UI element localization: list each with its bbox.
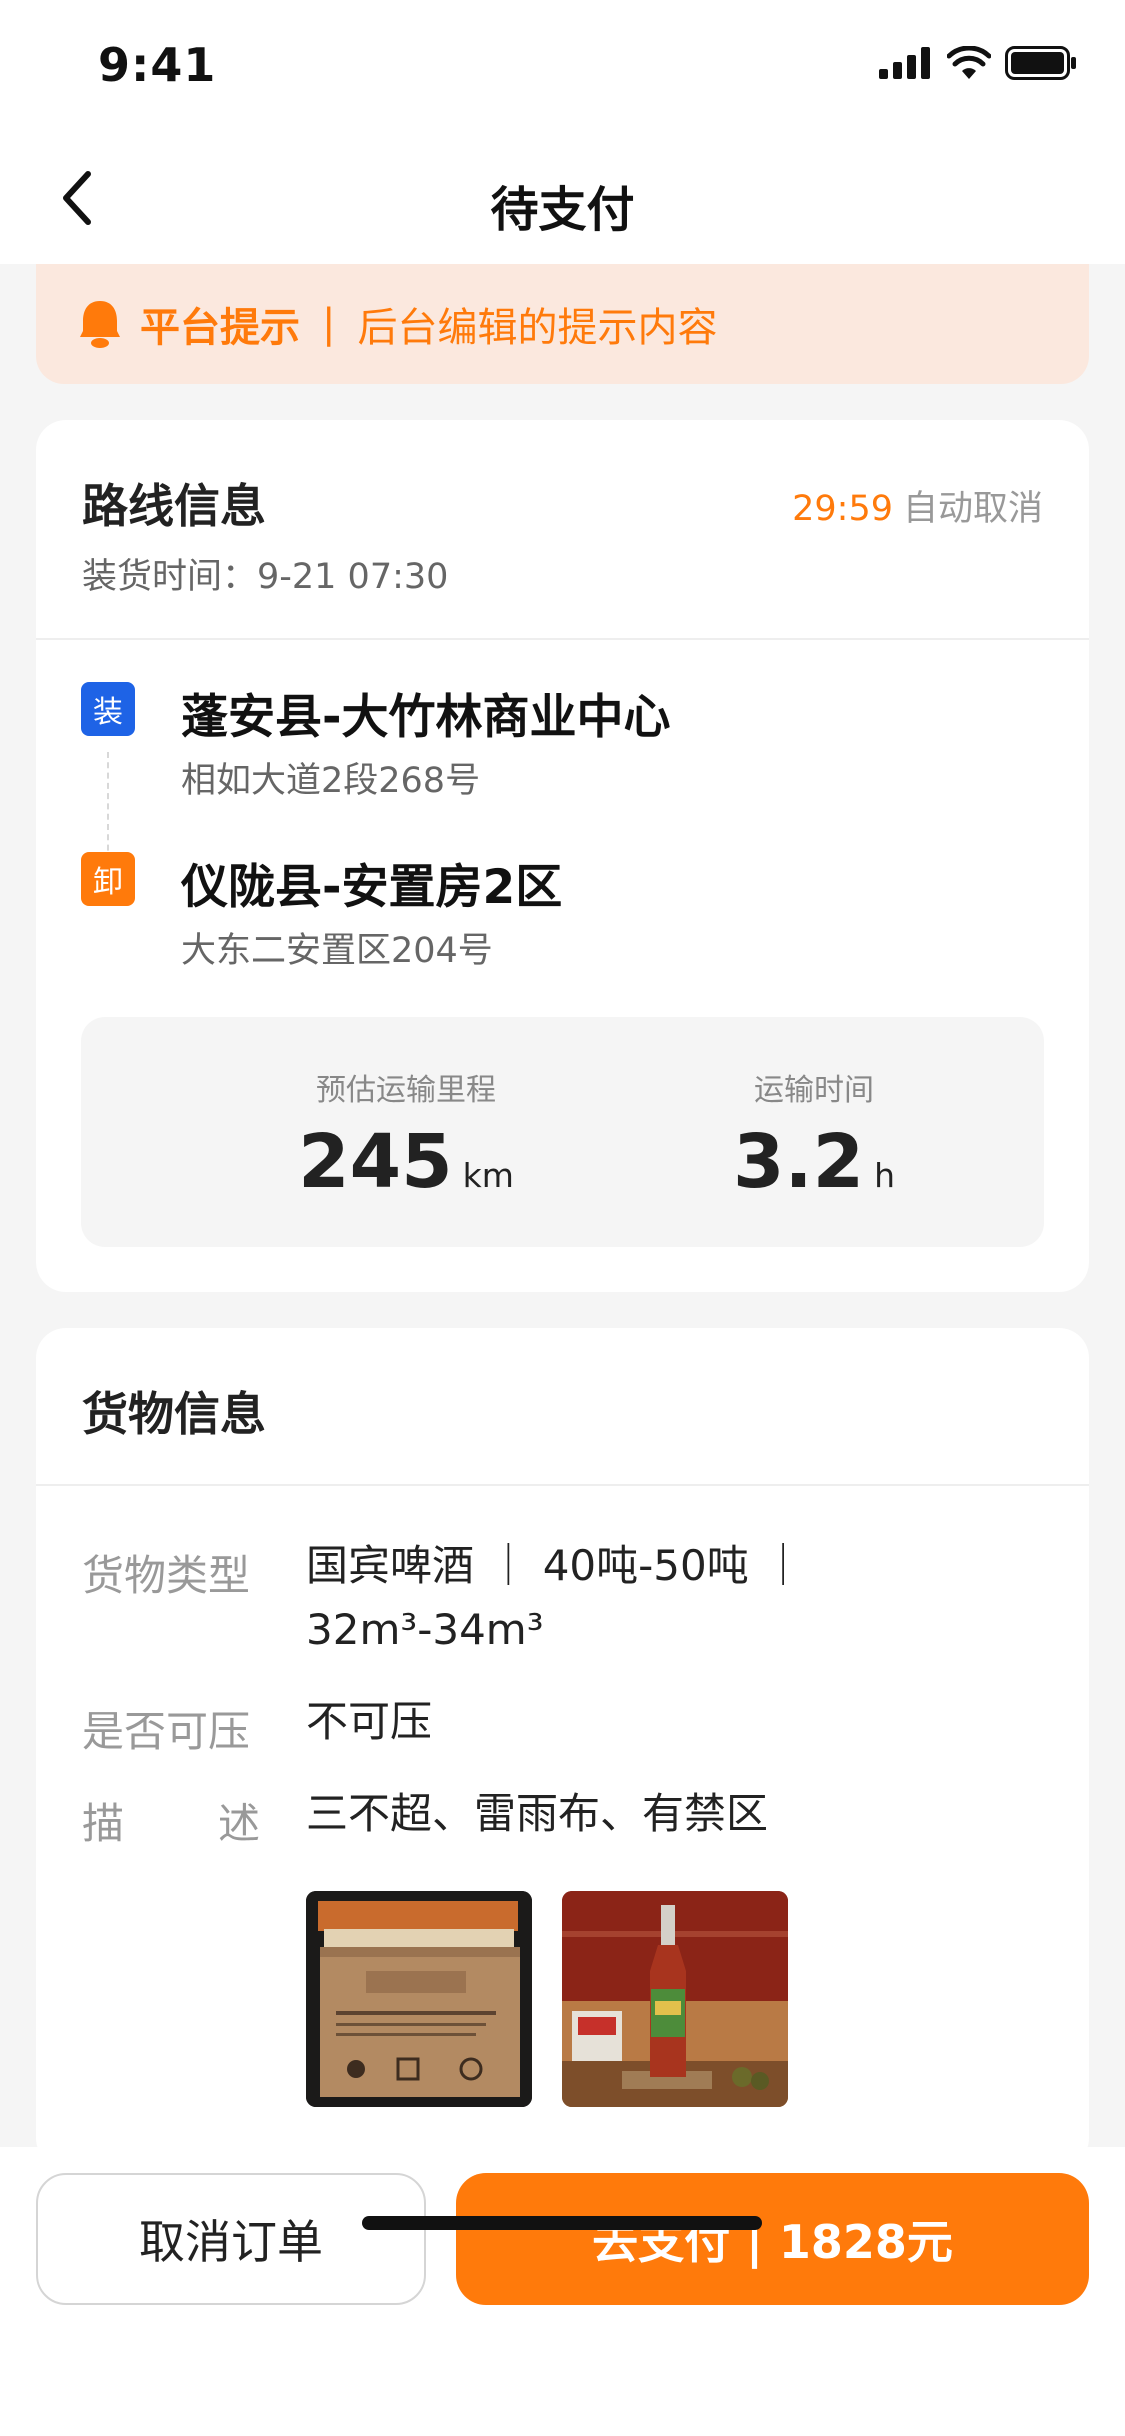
status-time: 9:41 xyxy=(98,38,217,92)
duration-stat: 运输时间 3.2 h xyxy=(664,1065,964,1205)
cargo-card: 货物信息 货物类型 国宾啤酒 ｜ 40吨-50吨 ｜ 32m³-34m³ 是否可… xyxy=(36,1328,1089,2168)
cargo-title: 货物信息 xyxy=(82,1387,266,1441)
duration-value-row: 3.2 h xyxy=(664,1119,964,1205)
notice-content: 后台编辑的提示内容 xyxy=(357,305,718,351)
countdown: 29:59 自动取消 xyxy=(792,480,1043,531)
countdown-text: 自动取消 xyxy=(902,489,1043,529)
compress-label: 是否可压 xyxy=(82,1707,251,1756)
cargo-type-value: 国宾啤酒 ｜ 40吨-50吨 ｜ 32m³-34m³ xyxy=(306,1534,1026,1662)
transport-stats: 预估运输里程 245 km 运输时间 3.2 h xyxy=(81,1017,1044,1247)
cargo-photo-bottle[interactable] xyxy=(562,1891,788,2107)
pay-button[interactable]: 去支付 | 1828元 xyxy=(456,2173,1089,2305)
description-label-char: 描 xyxy=(82,1799,125,1848)
battery-icon xyxy=(1005,46,1076,80)
signal-icon xyxy=(879,47,930,79)
divider xyxy=(36,1484,1089,1486)
destination-address: 大东二安置区204号 xyxy=(181,931,493,971)
page-title: 待支付 xyxy=(490,182,635,238)
distance-unit: km xyxy=(462,1156,514,1195)
distance-value: 245 xyxy=(298,1119,453,1205)
cargo-type-label: 货物类型 xyxy=(82,1551,251,1600)
destination-name: 仪陇县-安置房2区 xyxy=(181,860,563,915)
cardboard-box-image xyxy=(306,1891,532,2107)
description-label-char: 述 xyxy=(217,1799,260,1848)
cancel-order-button[interactable]: 取消订单 xyxy=(36,2173,426,2305)
bottom-action-bar: 取消订单 去支付 | 1828元 xyxy=(0,2147,1125,2436)
notice-separator: | xyxy=(322,301,336,347)
status-bar: 9:41 xyxy=(0,0,1125,132)
notice-title: 平台提示 xyxy=(140,305,300,351)
origin-address: 相如大道2段268号 xyxy=(181,761,481,801)
status-icons xyxy=(879,46,1077,80)
load-tag: 装 xyxy=(81,682,135,736)
route-card: 路线信息 29:59 自动取消 装货时间：9-21 07:30 装 蓬安县-大竹林… xyxy=(36,420,1089,1292)
duration-label: 运输时间 xyxy=(754,1073,874,1108)
distance-value-row: 245 km xyxy=(246,1119,566,1205)
cargo-photo-box[interactable] xyxy=(306,1891,532,2107)
countdown-time: 29:59 xyxy=(792,489,893,529)
wifi-icon xyxy=(947,46,991,79)
compress-value: 不可压 xyxy=(306,1697,433,1746)
distance-label: 预估运输里程 xyxy=(316,1073,496,1108)
home-indicator[interactable] xyxy=(362,2216,762,2230)
platform-notice: 平台提示 | 后台编辑的提示内容 xyxy=(36,264,1089,384)
route-title: 路线信息 xyxy=(82,479,266,533)
origin-name: 蓬安县-大竹林商业中心 xyxy=(181,690,671,745)
duration-value: 3.2 xyxy=(732,1119,865,1205)
duration-unit: h xyxy=(874,1156,895,1195)
cargo-type-line-1: 国宾啤酒 ｜ 40吨-50吨 ｜ xyxy=(306,1541,805,1590)
divider xyxy=(36,638,1089,640)
distance-stat: 预估运输里程 245 km xyxy=(246,1065,566,1205)
beer-bottle-image xyxy=(562,1891,788,2107)
cargo-type-line-2: 32m³-34m³ xyxy=(306,1605,544,1654)
description-value: 三不超、雷雨布、有禁区 xyxy=(306,1789,769,1838)
load-time: 装货时间：9-21 07:30 xyxy=(82,557,449,597)
bell-icon xyxy=(80,301,120,348)
nav-bar: 待支付 xyxy=(0,132,1125,264)
description-label: 描述 xyxy=(82,1790,260,1851)
unload-tag: 卸 xyxy=(81,852,135,906)
